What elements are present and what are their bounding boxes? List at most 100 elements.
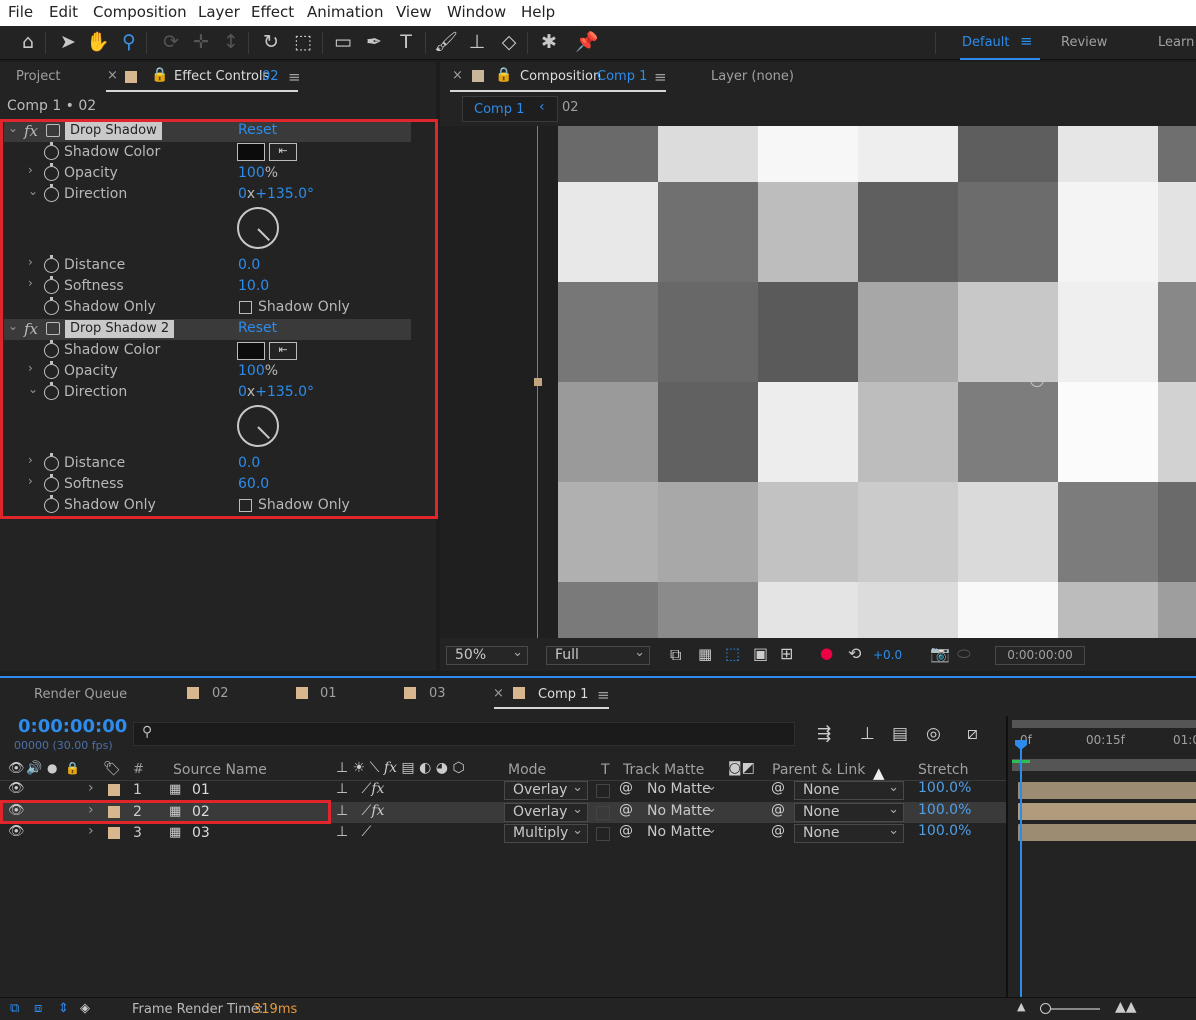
zoom-out-icon[interactable]: ▲ [1017, 1000, 1025, 1013]
workspace-default[interactable]: Default [962, 35, 1010, 50]
stretch-value[interactable]: 100.0% [918, 823, 971, 839]
layer-switches[interactable]: ⊥ ⟋fx [336, 803, 384, 819]
zoom-in-icon[interactable]: ▲▲ [1115, 999, 1137, 1015]
timeline-graph-area[interactable]: 0f 00:15f 01:0 [1006, 716, 1196, 1006]
tab-03[interactable]: 03 [429, 679, 446, 709]
parent-dropdown[interactable]: None [794, 822, 904, 843]
chevron-right-icon[interactable]: › [88, 780, 94, 796]
switches-icons[interactable]: ⊥ ☀ ⟍ fx ▤ ◐ ◕ ⬡ [336, 760, 465, 776]
tab-comp-name[interactable]: Comp 1 [597, 62, 647, 92]
layer-bar-1[interactable] [1018, 782, 1196, 799]
mask-visibility-icon[interactable]: ⬚ [725, 644, 740, 663]
preserve-transparency-checkbox[interactable] [596, 806, 610, 820]
clone-stamp-icon[interactable]: ⊥ [464, 29, 490, 55]
zoom-slider-thumb[interactable] [1040, 1003, 1051, 1014]
frame-blending-icon[interactable]: ▤ [892, 724, 908, 744]
exposure-value[interactable]: +0.0 [873, 648, 902, 662]
label-color-swatch[interactable] [108, 784, 120, 796]
grid-guides-icon[interactable]: ⊞ [780, 644, 793, 663]
preserve-transparency-checkbox[interactable] [596, 827, 610, 841]
anchor-handle[interactable] [534, 378, 542, 386]
tab-render-queue[interactable]: Render Queue [34, 680, 127, 710]
tab-project[interactable]: Project [16, 62, 60, 92]
zoom-tool-icon[interactable]: ⚲ [116, 29, 142, 55]
rotate-tool-icon[interactable]: ↻ [258, 29, 284, 55]
menu-help[interactable]: Help [521, 3, 555, 21]
workspace-menu-icon[interactable]: ≡ [1020, 32, 1033, 50]
transparency-grid-icon[interactable]: ▦ [698, 645, 712, 663]
layer-switches[interactable]: ⊥ ⟋ [336, 824, 371, 840]
show-snapshot-icon[interactable]: ⬭ [957, 644, 971, 664]
pen-tool-icon[interactable]: ✒ [361, 29, 387, 55]
tab-composition[interactable]: Composition [520, 62, 601, 92]
column-stretch[interactable]: Stretch [918, 762, 969, 778]
track-matte-dropdown[interactable]: No Matte [639, 778, 721, 800]
lock-icon[interactable]: 🔒 [151, 67, 168, 83]
menu-layer[interactable]: Layer [198, 3, 240, 21]
anchor-point-icon[interactable] [1030, 373, 1044, 387]
roto-brush-icon[interactable]: ✱ [536, 29, 562, 55]
crumb-comp[interactable]: Comp 1 [474, 102, 524, 117]
matte-pickwhip-icon[interactable]: @ [619, 823, 633, 839]
tab-effect-controls[interactable]: Effect Controls [174, 62, 269, 92]
workspace-review[interactable]: Review [1061, 35, 1107, 50]
close-icon[interactable]: × [107, 68, 118, 83]
panel-menu-icon[interactable]: ≡ [597, 686, 610, 704]
parent-dropdown[interactable]: None [794, 801, 904, 822]
layer-bar-3[interactable] [1018, 824, 1196, 841]
column-t[interactable]: T [601, 762, 610, 778]
work-area-bar[interactable] [1012, 720, 1196, 728]
chevron-right-icon[interactable]: › [88, 823, 94, 839]
layer-name[interactable]: 03 [192, 825, 210, 841]
shy-layers-icon[interactable]: ⊥ [860, 724, 875, 744]
transfer-controls-icon[interactable]: ⧈ [34, 1001, 42, 1016]
hand-tool-icon[interactable]: ✋ [85, 29, 111, 55]
track-matte-dropdown[interactable]: No Matte [639, 821, 721, 843]
mode-dropdown[interactable]: Overlay [504, 801, 588, 822]
tab-comp-1[interactable]: Comp 1 [538, 680, 588, 710]
stretch-value[interactable]: 100.0% [918, 802, 971, 818]
matte-pickwhip-icon[interactable]: @ [619, 802, 633, 818]
tab-02[interactable]: 02 [212, 679, 229, 709]
layer-search-input[interactable]: ⚲ [133, 722, 795, 746]
tab-01[interactable]: 01 [320, 679, 337, 709]
comp-flowchart-icon[interactable]: ⇶ [817, 724, 831, 744]
crumb-comp-box[interactable]: Comp 1 ‹ [462, 96, 558, 122]
eye-icon[interactable]: 👁 [8, 824, 25, 839]
mode-dropdown[interactable]: Multiply [504, 822, 588, 843]
column-parent-link[interactable]: Parent & Link [772, 762, 865, 778]
layer-switches[interactable]: ⊥ ⟋fx [336, 781, 384, 797]
eraser-tool-icon[interactable]: ◇ [496, 29, 522, 55]
layer-name[interactable]: 01 [192, 782, 210, 798]
stretch-value[interactable]: 100.0% [918, 780, 971, 796]
eye-icon[interactable]: 👁 [8, 781, 25, 796]
label-tag-icon[interactable]: 🏷 [103, 761, 121, 777]
layer-row[interactable]: 👁 › 1 ▦ 01 ⊥ ⟋fx Overlay @ No Matte @ None 100.0% [0, 778, 1006, 801]
menu-effect[interactable]: Effect [251, 3, 294, 21]
tab-effect-layer[interactable]: 02 [262, 62, 279, 92]
column-mode[interactable]: Mode [508, 762, 546, 778]
puppet-pin-icon[interactable]: 📌 [574, 29, 600, 55]
menu-file[interactable]: File [8, 3, 33, 21]
region-of-interest-icon[interactable]: ▣ [753, 644, 768, 663]
column-track-matte[interactable]: Track Matte [623, 762, 704, 778]
orbit-camera-icon[interactable]: ⟳ [158, 29, 184, 55]
workspace-learn[interactable]: Learn [1158, 35, 1194, 50]
layer-bar-2[interactable] [1018, 803, 1196, 820]
audio-icon[interactable]: 🔊 [26, 761, 42, 776]
home-icon[interactable]: ⌂ [15, 29, 41, 55]
label-color-swatch[interactable] [108, 827, 120, 839]
parent-dropdown[interactable]: None [794, 779, 904, 800]
pan-behind-icon[interactable]: ⬚ [290, 29, 316, 55]
parent-pickwhip-icon[interactable]: @ [771, 823, 785, 839]
rectangle-tool-icon[interactable]: ▭ [330, 29, 356, 55]
eye-icon[interactable]: 👁 [8, 761, 25, 776]
brush-tool-icon[interactable]: 🖌 [433, 29, 459, 55]
preserve-transparency-checkbox[interactable] [596, 784, 610, 798]
graph-editor-icon[interactable]: ⧄ [967, 724, 978, 744]
solo-icon[interactable]: ● [47, 761, 57, 775]
render-time-icon[interactable]: ◈ [80, 1001, 90, 1016]
parent-pickwhip-icon[interactable]: @ [771, 780, 785, 796]
column-source-name[interactable]: Source Name [173, 762, 267, 778]
lock-icon[interactable]: 🔒 [65, 761, 80, 775]
